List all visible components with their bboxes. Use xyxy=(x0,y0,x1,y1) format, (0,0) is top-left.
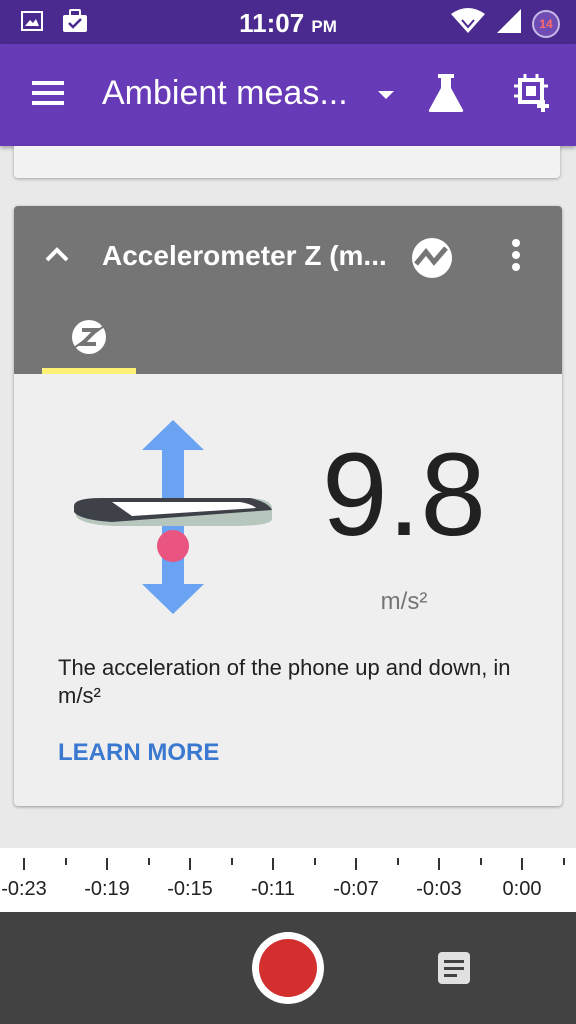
app-bar: Ambient meas... xyxy=(0,44,576,146)
time-axis-minor-tick xyxy=(147,858,150,865)
sensor-card-header: Accelerometer Z (m... xyxy=(14,206,562,374)
graph-options-button[interactable] xyxy=(410,236,454,285)
sensor-card-body: 9.8 m/s² The acceleration of the phone u… xyxy=(14,374,562,806)
time-axis-label: -0:11 xyxy=(250,878,296,900)
bottom-action-bar xyxy=(0,912,576,1024)
time-axis-minor-tick xyxy=(230,858,233,865)
time-axis[interactable]: -0:23 -0:19 -0:15 -0:11 -0:07 -0:03 0:00 xyxy=(0,848,576,912)
time-axis-major-tick xyxy=(438,858,440,870)
dropdown-arrow-icon xyxy=(376,88,396,105)
sensor-description: The acceleration of the phone up and dow… xyxy=(58,655,511,708)
add-sensor-button[interactable] xyxy=(512,72,552,119)
menu-icon xyxy=(30,81,66,112)
time-axis-minor-tick xyxy=(64,858,67,865)
learn-more-link[interactable]: LEARN MORE xyxy=(58,739,219,767)
sensor-reading-unit: m/s² xyxy=(380,588,428,615)
time-axis-minor-tick xyxy=(396,858,399,865)
time-axis-label: -0:07 xyxy=(333,878,379,900)
sensor-reading-value: 9.8 xyxy=(321,429,487,561)
record-button[interactable] xyxy=(252,932,324,1004)
time-axis-label: -0:15 xyxy=(167,878,213,900)
time-axis-major-tick xyxy=(521,858,523,870)
menu-button[interactable] xyxy=(30,78,70,112)
time-axis-label: -0:03 xyxy=(416,878,462,900)
experiment-dropdown-button[interactable] xyxy=(376,88,396,106)
wifi-icon xyxy=(450,8,486,39)
sensor-tab-accelerometer-z[interactable] xyxy=(42,306,136,374)
note-icon xyxy=(436,952,472,990)
clock-time: 11:07 xyxy=(239,8,305,38)
experiment-title[interactable]: Ambient meas... xyxy=(102,74,348,113)
record-icon xyxy=(259,939,317,997)
add-note-button[interactable] xyxy=(436,950,472,991)
time-axis-major-tick xyxy=(189,858,191,870)
previous-sensor-card xyxy=(14,146,560,178)
status-bar: 11:07 PM 14 xyxy=(0,0,576,44)
time-axis-label: -0:23 xyxy=(1,878,47,900)
clock-ampm: PM xyxy=(311,17,337,36)
flask-icon xyxy=(426,74,466,118)
time-axis-label: -0:19 xyxy=(84,878,130,900)
graph-icon xyxy=(410,238,454,284)
time-axis-minor-tick xyxy=(479,858,482,865)
collapse-button[interactable] xyxy=(44,244,70,269)
signal-icon xyxy=(496,8,522,39)
sensor-title[interactable]: Accelerometer Z (m... xyxy=(102,240,387,272)
overflow-menu-button[interactable] xyxy=(510,238,522,277)
experiments-button[interactable] xyxy=(426,72,466,119)
time-axis-major-tick xyxy=(355,858,357,870)
sensor-card: Accelerometer Z (m... 9.8 m/s² The accel… xyxy=(14,206,562,806)
time-axis-major-tick xyxy=(272,858,274,870)
time-axis-major-tick xyxy=(106,858,108,870)
accelerometer-z-illustration xyxy=(72,416,274,621)
accelerometer-z-icon xyxy=(70,318,108,361)
time-axis-major-tick xyxy=(23,858,25,870)
more-vert-icon xyxy=(510,239,522,276)
time-axis-label: 0:00 xyxy=(502,878,542,900)
time-axis-minor-tick xyxy=(562,858,565,865)
chevron-up-icon xyxy=(44,247,70,268)
add-sensor-icon xyxy=(512,74,552,118)
time-axis-minor-tick xyxy=(313,858,316,865)
notification-badge[interactable]: 14 xyxy=(532,9,560,38)
